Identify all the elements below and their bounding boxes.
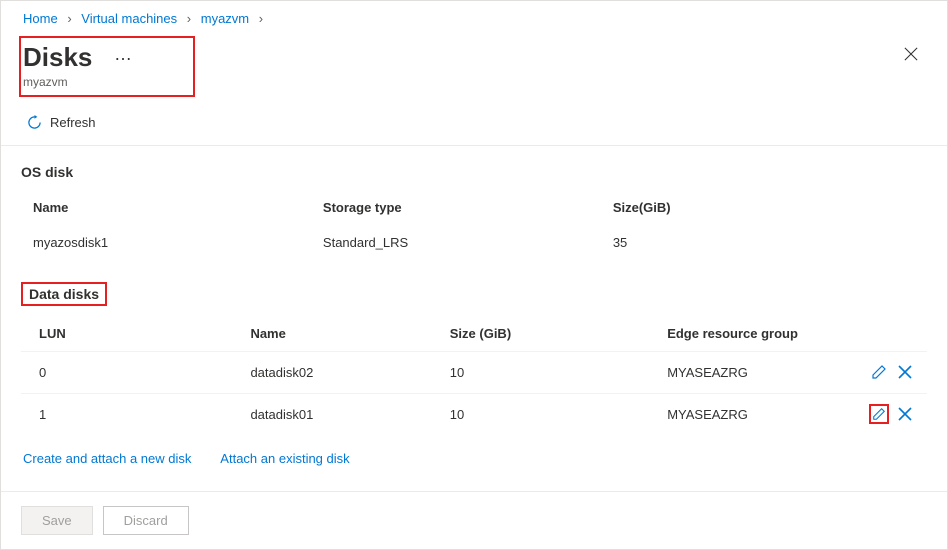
os-disk-storage: Standard_LRS xyxy=(311,225,601,260)
os-disk-section: OS disk Name Storage type Size(GiB) myaz… xyxy=(1,146,947,260)
data-disk-row: 1 datadisk01 10 MYASEAZRG xyxy=(21,394,927,436)
more-actions-icon[interactable]: … xyxy=(114,44,133,64)
data-col-lun: LUN xyxy=(21,316,238,352)
discard-button[interactable]: Discard xyxy=(103,506,189,535)
data-disk-size: 10 xyxy=(438,394,655,436)
chevron-right-icon: › xyxy=(259,11,263,26)
refresh-icon xyxy=(27,115,42,130)
data-disk-name: datadisk02 xyxy=(238,352,437,394)
os-col-storage: Storage type xyxy=(311,190,601,225)
os-col-name: Name xyxy=(21,190,311,225)
data-disk-lun: 0 xyxy=(21,352,238,394)
data-col-rg: Edge resource group xyxy=(655,316,854,352)
footer-bar: Save Discard xyxy=(1,491,947,549)
data-col-name: Name xyxy=(238,316,437,352)
data-disk-name: datadisk01 xyxy=(238,394,437,436)
os-disk-row: myazosdisk1 Standard_LRS 35 xyxy=(21,225,927,260)
page-header: Disks … myazvm xyxy=(1,32,947,107)
close-icon xyxy=(897,406,913,422)
close-button[interactable] xyxy=(897,40,925,68)
detach-disk-button[interactable] xyxy=(895,404,915,424)
page-title: Disks xyxy=(23,42,92,73)
chevron-right-icon: › xyxy=(187,11,191,26)
data-disk-row: 0 datadisk02 10 MYASEAZRG xyxy=(21,352,927,394)
attach-existing-link[interactable]: Attach an existing disk xyxy=(220,451,349,466)
breadcrumb-home[interactable]: Home xyxy=(23,11,58,26)
refresh-button[interactable]: Refresh xyxy=(27,115,96,130)
chevron-right-icon: › xyxy=(67,11,71,26)
data-disks-heading: Data disks xyxy=(21,282,107,306)
data-disk-rg: MYASEAZRG xyxy=(655,394,854,436)
breadcrumb-vms[interactable]: Virtual machines xyxy=(81,11,177,26)
save-button[interactable]: Save xyxy=(21,506,93,535)
breadcrumb: Home › Virtual machines › myazvm › xyxy=(1,1,947,32)
create-attach-link[interactable]: Create and attach a new disk xyxy=(23,451,191,466)
breadcrumb-vm[interactable]: myazvm xyxy=(201,11,249,26)
disk-action-links: Create and attach a new disk Attach an e… xyxy=(1,435,947,466)
os-disk-name: myazosdisk1 xyxy=(21,225,311,260)
edit-disk-button[interactable] xyxy=(869,404,889,424)
data-disk-lun: 1 xyxy=(21,394,238,436)
toolbar: Refresh xyxy=(1,107,947,146)
close-icon xyxy=(904,47,918,61)
close-icon xyxy=(897,364,913,380)
page-subtitle: myazvm xyxy=(23,75,133,89)
title-highlight: Disks … myazvm xyxy=(19,36,195,97)
data-col-size: Size (GiB) xyxy=(438,316,655,352)
data-disk-rg: MYASEAZRG xyxy=(655,352,854,394)
os-disk-heading: OS disk xyxy=(21,164,927,180)
os-col-size: Size(GiB) xyxy=(601,190,927,225)
data-disks-table: LUN Name Size (GiB) Edge resource group … xyxy=(21,316,927,435)
detach-disk-button[interactable] xyxy=(895,362,915,382)
data-disk-size: 10 xyxy=(438,352,655,394)
os-disk-size: 35 xyxy=(601,225,927,260)
os-disk-table: Name Storage type Size(GiB) myazosdisk1 … xyxy=(21,190,927,260)
pencil-icon xyxy=(872,406,886,422)
edit-disk-button[interactable] xyxy=(869,362,889,382)
pencil-icon xyxy=(871,364,887,380)
refresh-label: Refresh xyxy=(50,115,96,130)
data-disks-section: Data disks LUN Name Size (GiB) Edge reso… xyxy=(1,260,947,435)
